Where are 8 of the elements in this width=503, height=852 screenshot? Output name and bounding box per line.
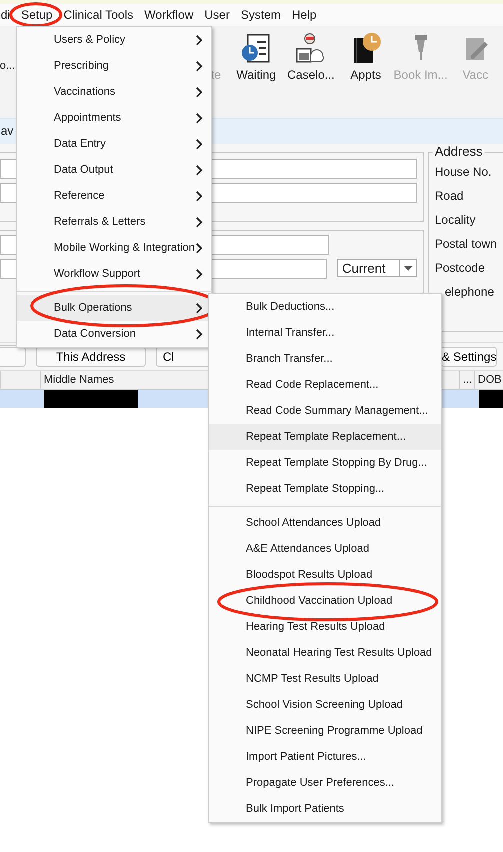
address-legend: Address [433,144,485,159]
favourites-label: av [1,123,14,138]
field-label: Locality [435,213,477,229]
field-label: House No. [435,165,493,181]
field-label: elephone [445,285,496,301]
field-label: Postal town [435,237,498,253]
field-label: Road [435,189,465,205]
field-label: Postcode [435,261,486,277]
